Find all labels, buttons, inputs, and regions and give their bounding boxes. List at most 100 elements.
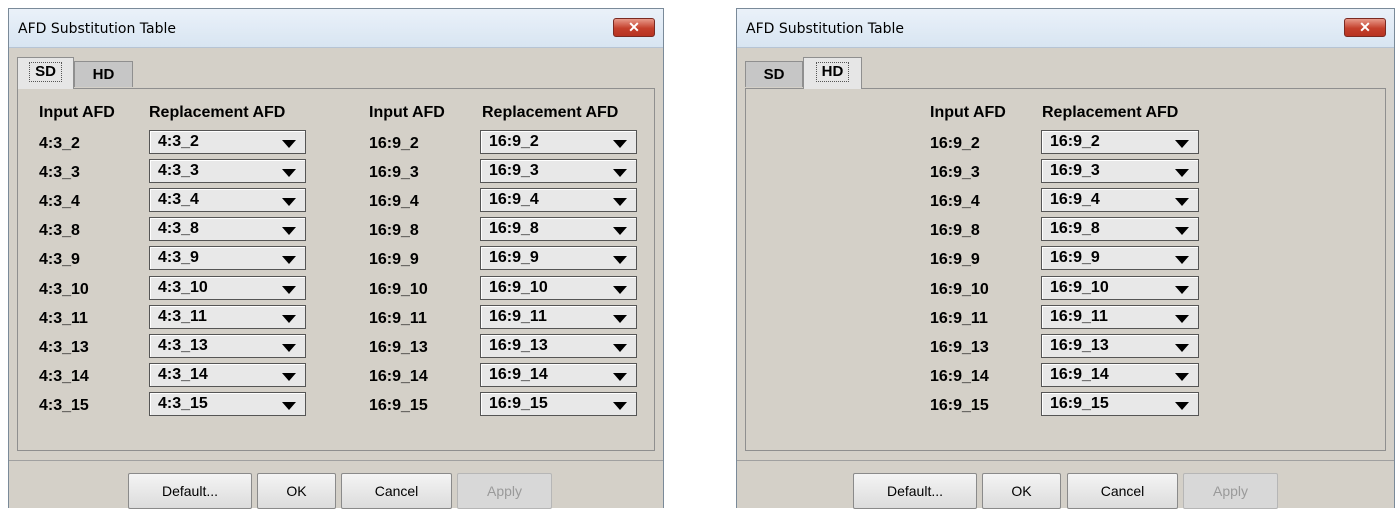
cancel-button[interactable]: Cancel <box>341 473 452 509</box>
column-header-replacement-afd: Replacement AFD <box>482 104 619 121</box>
input-afd-label: 4:3_14 <box>39 368 89 385</box>
chevron-down-icon <box>1175 169 1189 177</box>
replacement-afd-value: 4:3_14 <box>158 366 208 383</box>
replacement-afd-dropdown[interactable]: 4:3_10 <box>149 276 306 300</box>
close-button[interactable]: ✕ <box>1344 18 1386 37</box>
replacement-afd-dropdown[interactable]: 16:9_8 <box>480 217 637 241</box>
tab-hd[interactable]: HD <box>74 61 133 87</box>
replacement-afd-value: 16:9_14 <box>489 366 548 383</box>
input-afd-label: 4:3_13 <box>39 339 89 356</box>
input-afd-label: 4:3_3 <box>39 164 80 181</box>
chevron-down-icon <box>1175 227 1189 235</box>
chevron-down-icon <box>282 227 296 235</box>
replacement-afd-dropdown[interactable]: 16:9_14 <box>1041 363 1199 387</box>
replacement-afd-value: 16:9_10 <box>1050 279 1109 296</box>
default-button[interactable]: Default... <box>128 473 252 509</box>
column-header-input-afd: Input AFD <box>39 104 115 121</box>
tab-hd[interactable]: HD <box>803 57 862 89</box>
cancel-button[interactable]: Cancel <box>1067 473 1178 509</box>
replacement-afd-dropdown[interactable]: 16:9_4 <box>1041 188 1199 212</box>
replacement-afd-dropdown[interactable]: 16:9_3 <box>1041 159 1199 183</box>
replacement-afd-dropdown[interactable]: 16:9_10 <box>480 276 637 300</box>
input-afd-label: 4:3_15 <box>39 397 89 414</box>
replacement-afd-dropdown[interactable]: 4:3_15 <box>149 392 306 416</box>
replacement-afd-dropdown[interactable]: 16:9_10 <box>1041 276 1199 300</box>
replacement-afd-value: 16:9_4 <box>1050 191 1100 208</box>
replacement-afd-dropdown[interactable]: 16:9_13 <box>1041 334 1199 358</box>
tab-sd[interactable]: SD <box>17 57 74 89</box>
replacement-afd-value: 16:9_4 <box>489 191 539 208</box>
input-afd-label: 16:9_11 <box>369 310 427 327</box>
input-afd-label: 16:9_3 <box>930 164 980 181</box>
replacement-afd-value: 16:9_11 <box>1050 308 1108 325</box>
chevron-down-icon <box>1175 140 1189 148</box>
default-button[interactable]: Default... <box>853 473 977 509</box>
afd-dialog-sd: AFD Substitution Table ✕ SD HD Input AFD… <box>8 8 664 509</box>
chevron-down-icon <box>613 286 627 294</box>
apply-button[interactable]: Apply <box>457 473 552 509</box>
replacement-afd-value: 16:9_2 <box>489 133 539 150</box>
chevron-down-icon <box>282 402 296 410</box>
replacement-afd-dropdown[interactable]: 16:9_2 <box>480 130 637 154</box>
replacement-afd-value: 4:3_9 <box>158 249 199 266</box>
column-header-replacement-afd: Replacement AFD <box>1042 104 1179 121</box>
input-afd-label: 16:9_2 <box>930 135 980 152</box>
replacement-afd-dropdown[interactable]: 4:3_14 <box>149 363 306 387</box>
dialog-title: AFD Substitution Table <box>746 21 905 37</box>
replacement-afd-value: 4:3_2 <box>158 133 199 150</box>
replacement-afd-dropdown[interactable]: 4:3_13 <box>149 334 306 358</box>
replacement-afd-dropdown[interactable]: 4:3_8 <box>149 217 306 241</box>
replacement-afd-value: 16:9_8 <box>1050 220 1100 237</box>
replacement-afd-value: 4:3_4 <box>158 191 199 208</box>
replacement-afd-value: 4:3_13 <box>158 337 208 354</box>
close-button[interactable]: ✕ <box>613 18 655 37</box>
column-header-input-afd: Input AFD <box>930 104 1006 121</box>
replacement-afd-dropdown[interactable]: 16:9_4 <box>480 188 637 212</box>
replacement-afd-value: 16:9_11 <box>489 308 547 325</box>
replacement-afd-dropdown[interactable]: 16:9_9 <box>480 246 637 270</box>
afd-dialog-hd: AFD Substitution Table ✕ SD HD Input AFD… <box>736 8 1395 509</box>
replacement-afd-dropdown[interactable]: 16:9_9 <box>1041 246 1199 270</box>
replacement-afd-dropdown[interactable]: 16:9_15 <box>1041 392 1199 416</box>
replacement-afd-value: 16:9_3 <box>489 162 539 179</box>
input-afd-label: 16:9_2 <box>369 135 419 152</box>
replacement-afd-dropdown[interactable]: 4:3_3 <box>149 159 306 183</box>
replacement-afd-dropdown[interactable]: 4:3_4 <box>149 188 306 212</box>
chevron-down-icon <box>282 315 296 323</box>
input-afd-label: 4:3_8 <box>39 222 80 239</box>
replacement-afd-dropdown[interactable]: 4:3_9 <box>149 246 306 270</box>
chevron-down-icon <box>613 344 627 352</box>
replacement-afd-value: 16:9_13 <box>489 337 548 354</box>
tab-sd[interactable]: SD <box>745 61 803 87</box>
input-afd-label: 16:9_9 <box>930 251 980 268</box>
replacement-afd-value: 16:9_2 <box>1050 133 1100 150</box>
replacement-afd-dropdown[interactable]: 4:3_2 <box>149 130 306 154</box>
apply-button[interactable]: Apply <box>1183 473 1278 509</box>
replacement-afd-dropdown[interactable]: 16:9_8 <box>1041 217 1199 241</box>
replacement-afd-dropdown[interactable]: 16:9_14 <box>480 363 637 387</box>
divider <box>737 460 1394 461</box>
replacement-afd-dropdown[interactable]: 16:9_11 <box>1041 305 1199 329</box>
chevron-down-icon <box>282 286 296 294</box>
ok-button[interactable]: OK <box>257 473 336 509</box>
input-afd-label: 16:9_15 <box>930 397 989 414</box>
input-afd-label: 16:9_9 <box>369 251 419 268</box>
replacement-afd-dropdown[interactable]: 16:9_13 <box>480 334 637 358</box>
input-afd-label: 16:9_4 <box>930 193 980 210</box>
close-icon: ✕ <box>1359 19 1371 35</box>
chevron-down-icon <box>1175 402 1189 410</box>
replacement-afd-value: 16:9_15 <box>489 395 548 412</box>
replacement-afd-value: 16:9_9 <box>1050 249 1100 266</box>
input-afd-label: 4:3_9 <box>39 251 80 268</box>
replacement-afd-value: 16:9_3 <box>1050 162 1100 179</box>
replacement-afd-dropdown[interactable]: 16:9_11 <box>480 305 637 329</box>
input-afd-label: 4:3_11 <box>39 310 88 327</box>
input-afd-label: 16:9_8 <box>369 222 419 239</box>
chevron-down-icon <box>1175 315 1189 323</box>
chevron-down-icon <box>282 344 296 352</box>
replacement-afd-dropdown[interactable]: 16:9_3 <box>480 159 637 183</box>
replacement-afd-dropdown[interactable]: 16:9_15 <box>480 392 637 416</box>
replacement-afd-dropdown[interactable]: 16:9_2 <box>1041 130 1199 154</box>
ok-button[interactable]: OK <box>982 473 1061 509</box>
replacement-afd-dropdown[interactable]: 4:3_11 <box>149 305 306 329</box>
